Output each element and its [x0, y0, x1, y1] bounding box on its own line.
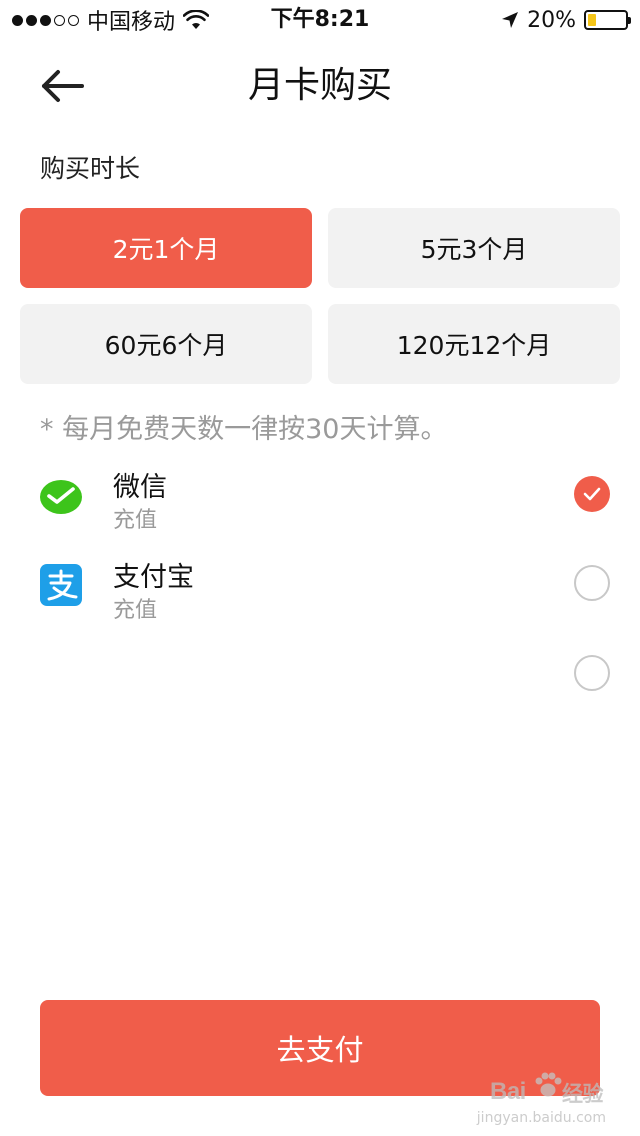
billing-note: * 每月免费天数一律按30天计算。: [40, 414, 448, 445]
battery-icon: [584, 10, 631, 30]
payment-method-wechat[interactable]: 微信 充值: [0, 470, 640, 550]
payment-method-subtitle: 充值: [113, 598, 158, 623]
watermark-cn: 经验: [562, 1083, 604, 1106]
wechat-radio[interactable]: [574, 476, 610, 512]
alipay-radio[interactable]: [574, 565, 610, 601]
alipay-icon: [40, 564, 82, 606]
watermark-url: jingyan.baidu.com: [476, 1110, 606, 1126]
location-arrow-icon: [502, 12, 519, 28]
plan-option-3-months[interactable]: 5元3个月: [328, 208, 620, 288]
payment-method-3-radio[interactable]: [574, 655, 610, 691]
paw-icon: [535, 1072, 562, 1097]
duration-label: 购买时长: [40, 154, 141, 183]
page-title: 月卡购买: [247, 65, 392, 106]
battery-percent: 20%: [527, 7, 576, 33]
checkmark-icon: [583, 487, 601, 501]
status-bar-right: 20%: [501, 6, 631, 34]
baidu-jingyan-watermark: Bai 经验 jingyan.baidu.com: [477, 1070, 606, 1132]
wechat-icon: [40, 480, 82, 514]
payment-method-subtitle: 充值: [113, 508, 158, 533]
payment-method-alipay[interactable]: 支付宝 充值: [0, 560, 640, 640]
status-bar: 中国移动 下午8:21 20%: [0, 0, 640, 40]
plan-option-1-month[interactable]: 2元1个月: [20, 208, 312, 288]
payment-method-name: 支付宝: [113, 562, 194, 593]
payment-method-name: 微信: [113, 472, 167, 503]
battery-level: [588, 14, 596, 26]
plan-option-12-months[interactable]: 120元12个月: [328, 304, 620, 384]
nav-header: 月卡购买: [0, 48, 640, 124]
plan-options: 2元1个月 5元3个月 60元6个月 120元12个月: [20, 208, 620, 384]
watermark-brand: Bai: [490, 1078, 526, 1105]
plan-option-6-months[interactable]: 60元6个月: [20, 304, 312, 384]
